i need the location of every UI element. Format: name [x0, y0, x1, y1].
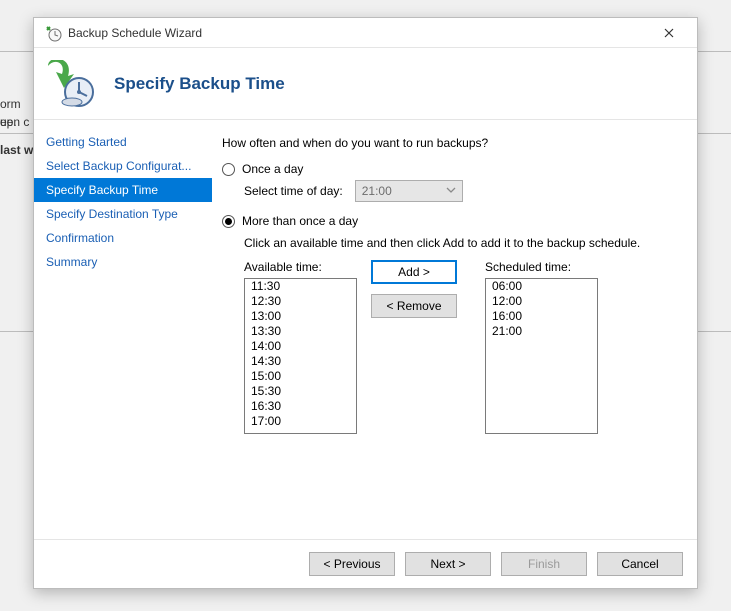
remove-button[interactable]: < Remove	[371, 294, 457, 318]
available-time-label: Available time:	[244, 260, 357, 274]
question-text: How often and when do you want to run ba…	[222, 136, 679, 150]
header-band: Specify Backup Time	[34, 48, 697, 120]
more-than-once-instruction: Click an available time and then click A…	[244, 236, 679, 250]
titlebar: Backup Schedule Wizard	[34, 18, 697, 48]
step-specify-backup-time[interactable]: Specify Backup Time	[34, 178, 212, 202]
scheduled-time-listbox[interactable]: 06:00 12:00 16:00 21:00	[485, 278, 598, 434]
close-icon	[664, 28, 674, 38]
list-item[interactable]: 13:00	[245, 309, 356, 324]
list-item[interactable]: 15:00	[245, 369, 356, 384]
wizard-dialog: Backup Schedule Wizard Specify Backup Ti…	[33, 17, 698, 589]
step-specify-destination-type[interactable]: Specify Destination Type	[34, 202, 212, 226]
time-of-day-value: 21:00	[362, 184, 392, 198]
step-getting-started[interactable]: Getting Started	[34, 130, 212, 154]
list-item[interactable]: 17:00	[245, 414, 356, 429]
previous-button[interactable]: < Previous	[309, 552, 395, 576]
chevron-down-icon	[446, 185, 456, 196]
page-heading: Specify Backup Time	[114, 74, 285, 94]
scheduled-time-label: Scheduled time:	[485, 260, 598, 274]
step-summary[interactable]: Summary	[34, 250, 212, 274]
finish-button: Finish	[501, 552, 587, 576]
radio-more-than-once-label: More than once a day	[242, 214, 358, 228]
wizard-footer: < Previous Next > Finish Cancel	[34, 539, 697, 588]
backup-schedule-icon	[44, 24, 62, 42]
list-item[interactable]: 15:30	[245, 384, 356, 399]
list-item[interactable]: 14:30	[245, 354, 356, 369]
list-item[interactable]: 06:00	[486, 279, 597, 294]
radio-once-a-day[interactable]	[222, 163, 235, 176]
list-item[interactable]: 12:30	[245, 294, 356, 309]
radio-once-a-day-label: Once a day	[242, 162, 303, 176]
available-time-listbox[interactable]: 11:30 12:30 13:00 13:30 14:00 14:30 15:0…	[244, 278, 357, 434]
list-item[interactable]: 12:00	[486, 294, 597, 309]
list-item[interactable]: 16:30	[245, 399, 356, 414]
step-confirmation[interactable]: Confirmation	[34, 226, 212, 250]
bg-text: last w	[0, 143, 33, 157]
list-item[interactable]: 16:00	[486, 309, 597, 324]
list-item[interactable]: 14:00	[245, 339, 356, 354]
next-button[interactable]: Next >	[405, 552, 491, 576]
close-button[interactable]	[649, 19, 689, 47]
list-item[interactable]: 21:00	[486, 324, 597, 339]
wizard-steps-sidebar: Getting Started Select Backup Configurat…	[34, 120, 212, 539]
dialog-title: Backup Schedule Wizard	[68, 26, 649, 40]
list-item[interactable]: 11:30	[245, 279, 356, 294]
radio-more-than-once[interactable]	[222, 215, 235, 228]
cancel-button[interactable]: Cancel	[597, 552, 683, 576]
step-select-backup-configuration[interactable]: Select Backup Configurat...	[34, 154, 212, 178]
select-time-of-day-label: Select time of day:	[244, 184, 343, 198]
wizard-icon	[44, 60, 96, 108]
bg-text: orm	[0, 97, 21, 111]
wizard-content: How often and when do you want to run ba…	[212, 120, 697, 539]
add-button[interactable]: Add >	[371, 260, 457, 284]
time-of-day-dropdown[interactable]: 21:00	[355, 180, 463, 202]
list-item[interactable]: 13:30	[245, 324, 356, 339]
bg-text: up.	[0, 115, 17, 129]
